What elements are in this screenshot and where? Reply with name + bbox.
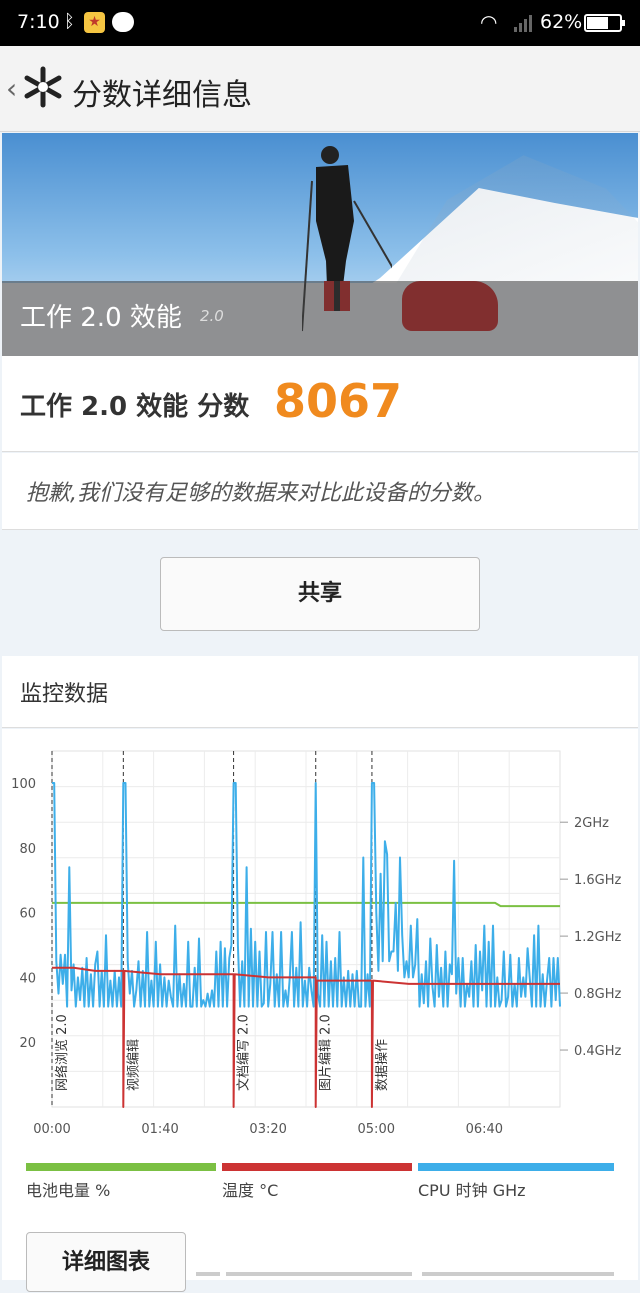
y-left-tick-label: 20 <box>19 1036 36 1051</box>
monitoring-header: 监控数据 <box>2 656 638 728</box>
y-left-tick-label: 40 <box>19 971 36 986</box>
section-marker-label: 图片编辑 2.0 <box>319 1014 334 1091</box>
notice-text: 抱歉,我们没有足够的数据来对比此设备的分数。 <box>26 481 495 506</box>
y-right-tick-label: 0.8GHz <box>574 987 622 1002</box>
y-right-tick-label: 0.4GHz <box>574 1044 622 1059</box>
wifi-icon: ◠ <box>480 10 498 34</box>
share-button[interactable]: 共享 <box>160 557 480 631</box>
hero-banner: 工作 2.0 效能 2.0 <box>2 133 638 356</box>
monitoring-title: 监控数据 <box>20 682 109 707</box>
tab-indicator <box>196 1272 220 1276</box>
wechat-icon <box>112 12 134 32</box>
x-tick-label: 01:40 <box>141 1122 178 1137</box>
score-value: 8067 <box>274 374 403 428</box>
tab-indicator <box>226 1272 412 1276</box>
hero-caption: 工作 2.0 效能 2.0 <box>2 281 638 356</box>
signal-icon <box>514 15 532 32</box>
y-right-tick-label: 2GHz <box>574 816 609 831</box>
legend-battery-swatch <box>26 1163 216 1171</box>
tab-indicator <box>422 1272 614 1276</box>
section-marker-label: 文档编写 2.0 <box>237 1014 252 1091</box>
x-tick-label: 05:00 <box>358 1122 395 1137</box>
battery-percent: 62% <box>540 11 583 33</box>
score-label: 工作 2.0 效能 分数 <box>20 392 250 422</box>
detailed-charts-button[interactable]: 详细图表 <box>26 1232 186 1292</box>
3dmark-snowflake-icon[interactable] <box>22 66 64 108</box>
status-bar: 7:10 ᛒ ★ ◠ 62% <box>0 0 640 46</box>
section-marker-label: 视频编辑 <box>126 1039 141 1091</box>
bluetooth-icon: ᛒ <box>64 11 75 32</box>
monitoring-chart: 100 80 60 40 20 2GHz 1.6GHz 1.2GHz 0.8GHz 0.4GHz 0… <box>11 750 622 1137</box>
legend-battery-label: 电池电量 % <box>26 1181 111 1200</box>
status-time: 7:10 <box>17 11 60 33</box>
battery-icon <box>584 14 625 32</box>
legend-cpu-swatch <box>418 1163 614 1171</box>
page-title: 分数详细信息 <box>72 78 252 113</box>
legend-temperature-label: 温度 °C <box>222 1181 279 1200</box>
x-tick-label: 00:00 <box>33 1122 70 1137</box>
hero-version: 2.0 <box>200 307 224 325</box>
y-right-tick-label: 1.6GHz <box>574 873 622 888</box>
app-bar: ‹ 分数详细信息 <box>0 46 640 132</box>
x-tick-label: 03:20 <box>249 1122 286 1137</box>
y-left-tick-label: 80 <box>19 842 36 857</box>
comparison-notice: 抱歉,我们没有足够的数据来对比此设备的分数。 <box>2 453 638 530</box>
y-left-tick-label: 60 <box>19 907 36 922</box>
section-marker-label: 网络浏览 2.0 <box>54 1014 70 1091</box>
legend-battery: 电池电量 % <box>26 1163 216 1201</box>
legend-temperature-swatch <box>222 1163 412 1171</box>
back-arrow-icon[interactable]: ‹ <box>6 72 17 105</box>
y-right-tick-label: 1.2GHz <box>574 930 622 945</box>
y-left-tick-label: 100 <box>11 777 36 792</box>
notification-app-icon: ★ <box>84 12 105 33</box>
legend-cpu-label: CPU 时钟 GHz <box>418 1181 526 1200</box>
x-tick-label: 06:40 <box>466 1122 503 1137</box>
hero-title: 工作 2.0 效能 <box>20 303 182 333</box>
legend-temperature: 温度 °C <box>222 1163 412 1201</box>
section-marker-label: 数据操作 <box>374 1039 390 1091</box>
score-card: 工作 2.0 效能 分数 8067 <box>2 356 638 452</box>
legend-cpu: CPU 时钟 GHz <box>418 1163 614 1201</box>
